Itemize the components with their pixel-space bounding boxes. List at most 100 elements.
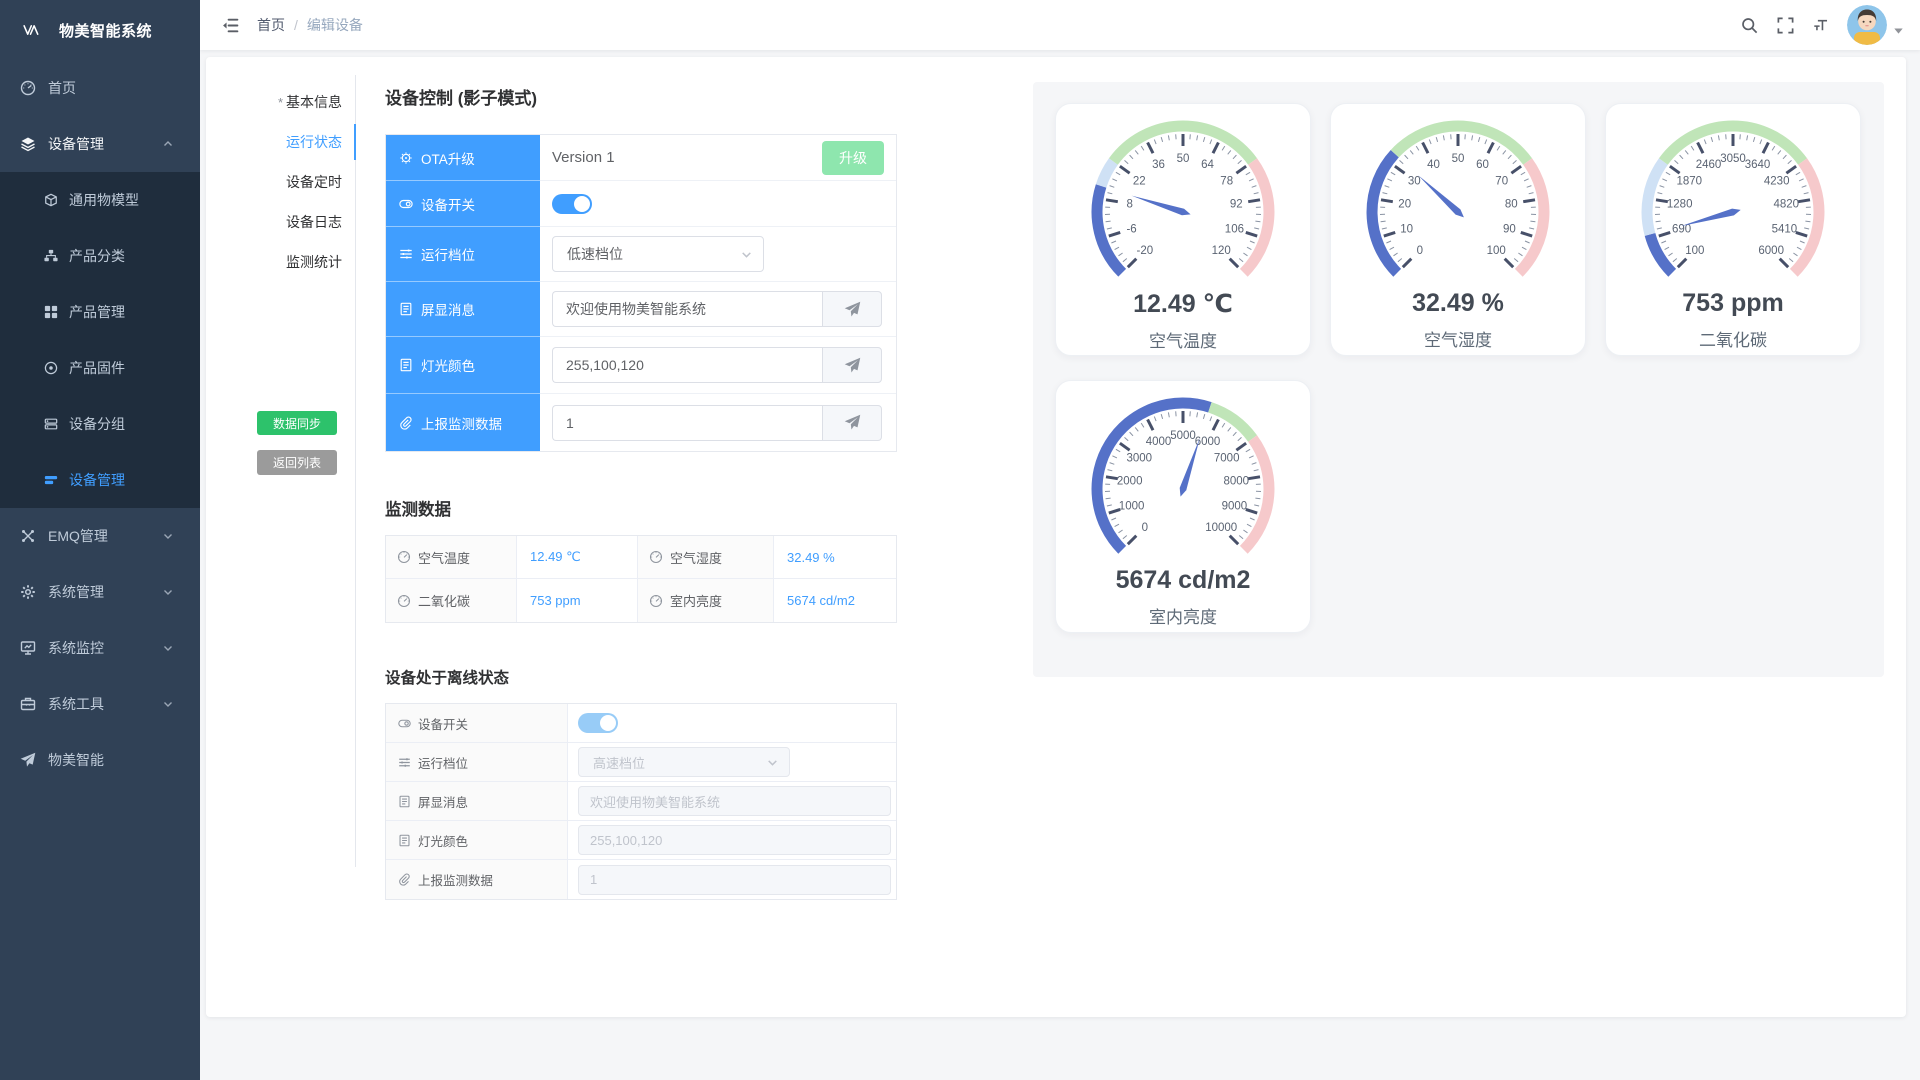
message-input[interactable]: 欢迎使用物美智能系统 (552, 291, 822, 327)
sidebar-item-label: 首页 (48, 78, 76, 98)
monitor-value: 32.49 % (774, 536, 896, 579)
sidebar-item-wumei[interactable]: 物美智能 (0, 732, 200, 788)
svg-text:5000: 5000 (1170, 430, 1196, 442)
svg-text:-20: -20 (1136, 245, 1153, 257)
sidebar-item-label: 产品管理 (69, 302, 125, 322)
message-input-disabled: 欢迎使用物美智能系统 (578, 786, 891, 816)
data-sync-button[interactable]: 数据同步 (257, 411, 337, 435)
sidebar-collapse-icon[interactable] (222, 17, 239, 34)
firmware-version: Version 1 (552, 149, 615, 166)
sidebar-submenu: 通用物模型 产品分类 产品管理 产品固件 设备分组 设备管理 (0, 172, 200, 508)
report-input[interactable]: 1 (552, 405, 822, 441)
svg-text:1870: 1870 (1677, 175, 1703, 187)
caret-down-icon[interactable] (1893, 25, 1904, 36)
breadcrumb-separator: / (294, 17, 298, 33)
toolbox-icon (20, 696, 36, 712)
svg-text:90: 90 (1503, 224, 1516, 236)
svg-text:690: 690 (1672, 224, 1691, 236)
sidebar-item-home[interactable]: 首页 (0, 60, 200, 116)
logo-icon (16, 20, 50, 40)
sidebar-item-label: 物美智能 (48, 750, 104, 770)
tab-monitor-stats[interactable]: 监测统计 (206, 242, 355, 282)
font-size-icon[interactable] (1803, 7, 1839, 43)
sidebar-item-device-list[interactable]: 设备管理 (0, 452, 200, 508)
gauge-label: 二氧化碳 (1606, 326, 1860, 351)
control-row-gear: 运行档位 低速档位 (386, 227, 896, 282)
control-label: 屏显消息 (386, 282, 540, 337)
monitor-value: 5674 cd/m2 (774, 579, 896, 622)
gear-select[interactable]: 低速档位 (552, 236, 764, 272)
monitor-icon (20, 640, 36, 656)
gauge-grid: -20-6822365064789210612012.49 ℃空气温度01020… (1055, 103, 1867, 633)
cube-icon (44, 193, 58, 207)
paper-plane-icon (20, 752, 36, 768)
offline-value: 高速档位 (568, 743, 896, 781)
sidebar-item-product-category[interactable]: 产品分类 (0, 228, 200, 284)
grid-icon (44, 305, 58, 319)
breadcrumb-home[interactable]: 首页 (257, 15, 285, 35)
sitemap-icon (44, 249, 58, 263)
back-to-list-button[interactable]: 返回列表 (257, 450, 337, 475)
gauge-card: 1006901280187024603050364042304820541060… (1605, 103, 1861, 356)
fullscreen-icon[interactable] (1767, 7, 1803, 43)
sidebar-item-system-monitor[interactable]: 系统监控 (0, 620, 200, 676)
offline-label: 上报监测数据 (386, 860, 568, 899)
sidebar-item-firmware[interactable]: 产品固件 (0, 340, 200, 396)
device-control-section: 设备控制 (影子模式) OTA升级 Version 1 升级 设备开关 (385, 57, 897, 900)
control-table: OTA升级 Version 1 升级 设备开关 (385, 134, 897, 452)
avatar[interactable] (1847, 5, 1887, 45)
svg-text:30: 30 (1408, 175, 1421, 187)
control-label-text: 设备开关 (421, 194, 475, 214)
send-light-button[interactable] (822, 347, 882, 383)
sidebar-item-emq[interactable]: EMQ管理 (0, 508, 200, 564)
tab-label: 设备日志 (286, 214, 342, 230)
chevron-down-icon (162, 642, 174, 654)
dashboard-icon (20, 80, 36, 96)
sidebar-item-system-mgmt[interactable]: 系统管理 (0, 564, 200, 620)
tab-device-timer[interactable]: 设备定时 (206, 162, 355, 202)
sidebar-item-thing-model[interactable]: 通用物模型 (0, 172, 200, 228)
gear-select-value: 高速档位 (593, 753, 645, 772)
document-icon (398, 834, 411, 847)
monitor-value: 753 ppm (517, 579, 638, 622)
svg-text:50: 50 (1452, 153, 1465, 165)
sidebar-item-device-group[interactable]: 设备分组 (0, 396, 200, 452)
sidebar-item-product-mgmt[interactable]: 产品管理 (0, 284, 200, 340)
tab-basic-info[interactable]: *基本信息 (206, 82, 355, 122)
monitor-label: 二氧化碳 (386, 579, 517, 622)
svg-text:2460: 2460 (1696, 159, 1722, 171)
gauge-card: 0100020003000400050006000700080009000100… (1055, 380, 1311, 633)
upgrade-button[interactable]: 升级 (822, 141, 884, 175)
svg-text:1280: 1280 (1667, 199, 1693, 211)
control-label-text: 上报监测数据 (421, 413, 502, 433)
operation-icon (398, 756, 411, 769)
monitor-label: 空气湿度 (638, 536, 774, 579)
svg-text:40: 40 (1427, 159, 1440, 171)
svg-text:106: 106 (1225, 224, 1244, 236)
content-card: *基本信息 运行状态 设备定时 设备日志 监测统计 数据同步 返回列表 设备控制… (206, 57, 1906, 1017)
send-message-button[interactable] (822, 291, 882, 327)
svg-text:64: 64 (1201, 159, 1214, 171)
sidebar-item-label: 系统监控 (48, 638, 104, 658)
gauge-value: 12.49 ℃ (1056, 289, 1310, 319)
control-row-light: 灯光颜色 255,100,120 (386, 337, 896, 394)
light-color-input[interactable]: 255,100,120 (552, 347, 822, 383)
svg-text:3640: 3640 (1745, 159, 1771, 171)
power-toggle[interactable] (552, 194, 592, 214)
sidebar-item-system-tools[interactable]: 系统工具 (0, 676, 200, 732)
app-logo[interactable]: 物美智能系统 (0, 0, 200, 60)
offline-label-text: 设备开关 (418, 714, 468, 733)
send-icon (844, 414, 861, 431)
send-report-button[interactable] (822, 405, 882, 441)
sidebar-item-device-mgmt[interactable]: 设备管理 (0, 116, 200, 172)
search-icon[interactable] (1731, 7, 1767, 43)
svg-text:1000: 1000 (1119, 501, 1145, 513)
svg-text:2000: 2000 (1117, 476, 1143, 488)
monitor-value: 12.49 ℃ (517, 536, 638, 579)
tab-running-status[interactable]: 运行状态 (206, 122, 355, 162)
monitor-label-text: 空气湿度 (670, 548, 722, 567)
report-input-group: 1 (552, 405, 882, 441)
ota-icon (399, 151, 413, 165)
tab-device-log[interactable]: 设备日志 (206, 202, 355, 242)
control-label-text: 灯光颜色 (421, 355, 475, 375)
